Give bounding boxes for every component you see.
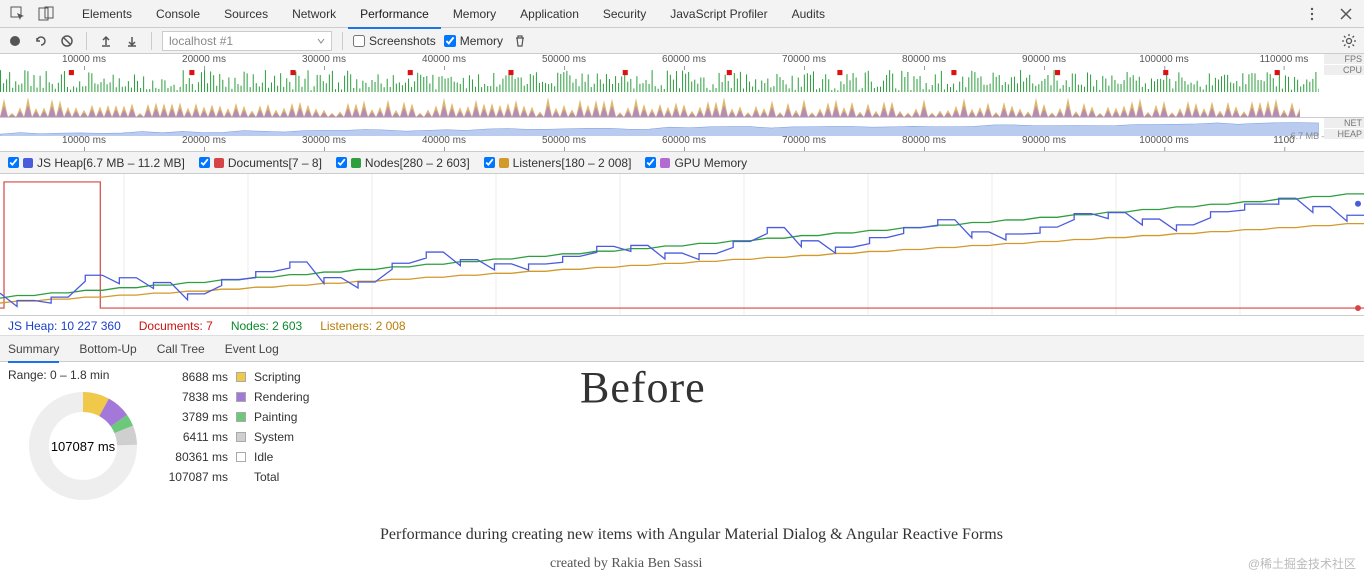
stat-nodes: Nodes: 2 603	[231, 319, 302, 333]
breakdown-row: 6411 msSystem	[168, 430, 309, 444]
legend-jsheap[interactable]: JS Heap[6.7 MB – 11.2 MB]	[8, 156, 185, 170]
fps-label: FPS	[1324, 54, 1364, 64]
breakdown-row: 80361 msIdle	[168, 450, 309, 464]
donut-wrap: 107087 ms	[8, 366, 158, 506]
gear-icon[interactable]	[1340, 32, 1358, 50]
tab-jsprofiler[interactable]: JavaScript Profiler	[658, 0, 779, 28]
overview-flame-icon	[0, 68, 1319, 92]
detail-tabs: Summary Bottom-Up Call Tree Event Log	[0, 336, 1364, 362]
heap-strip[interactable]: 10000 ms20000 ms30000 ms40000 ms50000 ms…	[0, 118, 1364, 152]
annotation-credit: created by Rakia Ben Sassi	[550, 556, 702, 572]
overview-labels: FPS CPU	[1324, 54, 1364, 75]
kebab-icon[interactable]	[1301, 3, 1323, 25]
divider	[151, 32, 152, 50]
tab-call-tree[interactable]: Call Tree	[157, 336, 205, 362]
memory-checkbox[interactable]: Memory	[444, 34, 503, 48]
stat-jsheap: JS Heap: 10 227 360	[8, 319, 121, 333]
tab-audits[interactable]: Audits	[780, 0, 837, 28]
stat-documents: Documents: 7	[139, 319, 213, 333]
tab-console[interactable]: Console	[144, 0, 212, 28]
breakdown-row: 8688 msScripting	[168, 370, 309, 384]
memory-chart[interactable]	[0, 174, 1364, 316]
net-label: NET	[1324, 118, 1364, 128]
download-icon[interactable]	[123, 32, 141, 50]
summary-donut-icon: 107087 ms	[23, 386, 143, 506]
screenshots-checkbox[interactable]: Screenshots	[353, 34, 436, 48]
reload-button[interactable]	[32, 32, 50, 50]
tab-elements[interactable]: Elements	[70, 0, 144, 28]
range-label: Range: 0 – 1.8 min	[8, 368, 109, 382]
tab-security[interactable]: Security	[591, 0, 658, 28]
device-icon[interactable]	[35, 3, 57, 25]
donut-center-label: 107087 ms	[51, 439, 116, 454]
heap-area-icon	[0, 120, 1319, 136]
heap-side-labels: NET HEAP	[1324, 118, 1364, 139]
close-icon[interactable]	[1335, 3, 1357, 25]
memory-chart-svg	[0, 174, 1364, 315]
tab-summary[interactable]: Summary	[8, 336, 59, 362]
cpu-label: CPU	[1324, 65, 1364, 75]
annotation-before: Before	[580, 362, 706, 413]
memory-stats-row: JS Heap: 10 227 360 Documents: 7 Nodes: …	[0, 316, 1364, 336]
perf-toolbar: localhost #1 Screenshots Memory	[0, 28, 1364, 54]
divider	[86, 32, 87, 50]
tab-network[interactable]: Network	[280, 0, 348, 28]
annotation-description: Performance during creating new items wi…	[380, 526, 1003, 544]
legend-gpu[interactable]: GPU Memory	[645, 156, 747, 170]
record-button[interactable]	[6, 32, 24, 50]
divider	[342, 32, 343, 50]
tab-event-log[interactable]: Event Log	[225, 336, 279, 362]
stat-listeners: Listeners: 2 008	[320, 319, 405, 333]
tab-application[interactable]: Application	[508, 0, 591, 28]
tab-memory[interactable]: Memory	[441, 0, 508, 28]
inspect-icon[interactable]	[7, 3, 29, 25]
breakdown-row: 3789 msPainting	[168, 410, 309, 424]
overview-cpu-icon	[0, 93, 1300, 117]
main-tabs: Elements Console Sources Network Perform…	[70, 0, 837, 28]
heap-axis: 10000 ms20000 ms30000 ms40000 ms50000 ms…	[0, 135, 1320, 151]
devtools-tabbar: Elements Console Sources Network Perform…	[0, 0, 1364, 28]
heap-label: HEAP	[1324, 129, 1364, 139]
watermark: @稀土掘金技术社区	[1248, 555, 1356, 572]
chevron-down-icon	[317, 37, 325, 45]
legend-listeners[interactable]: Listeners[180 – 2 008]	[484, 156, 632, 170]
memory-legend: JS Heap[6.7 MB – 11.2 MB] Documents[7 – …	[0, 152, 1364, 174]
trash-icon[interactable]	[511, 32, 529, 50]
tab-bottom-up[interactable]: Bottom-Up	[79, 336, 136, 362]
legend-documents[interactable]: Documents[7 – 8]	[199, 156, 322, 170]
breakdown-row: 107087 msTotal	[168, 470, 309, 484]
page-selector-label: localhost #1	[169, 34, 233, 48]
page-selector[interactable]: localhost #1	[162, 31, 332, 51]
upload-icon[interactable]	[97, 32, 115, 50]
legend-nodes[interactable]: Nodes[280 – 2 603]	[336, 156, 470, 170]
tab-performance[interactable]: Performance	[348, 0, 441, 28]
tab-sources[interactable]: Sources	[212, 0, 280, 28]
breakdown-row: 7838 msRendering	[168, 390, 309, 404]
clear-button[interactable]	[58, 32, 76, 50]
overview-timeline: 10000 ms20000 ms30000 ms40000 ms50000 ms…	[0, 54, 1320, 66]
summary-breakdown: 8688 msScripting 7838 msRendering 3789 msP…	[168, 366, 309, 506]
overview-strip[interactable]: 10000 ms20000 ms30000 ms40000 ms50000 ms…	[0, 54, 1364, 118]
